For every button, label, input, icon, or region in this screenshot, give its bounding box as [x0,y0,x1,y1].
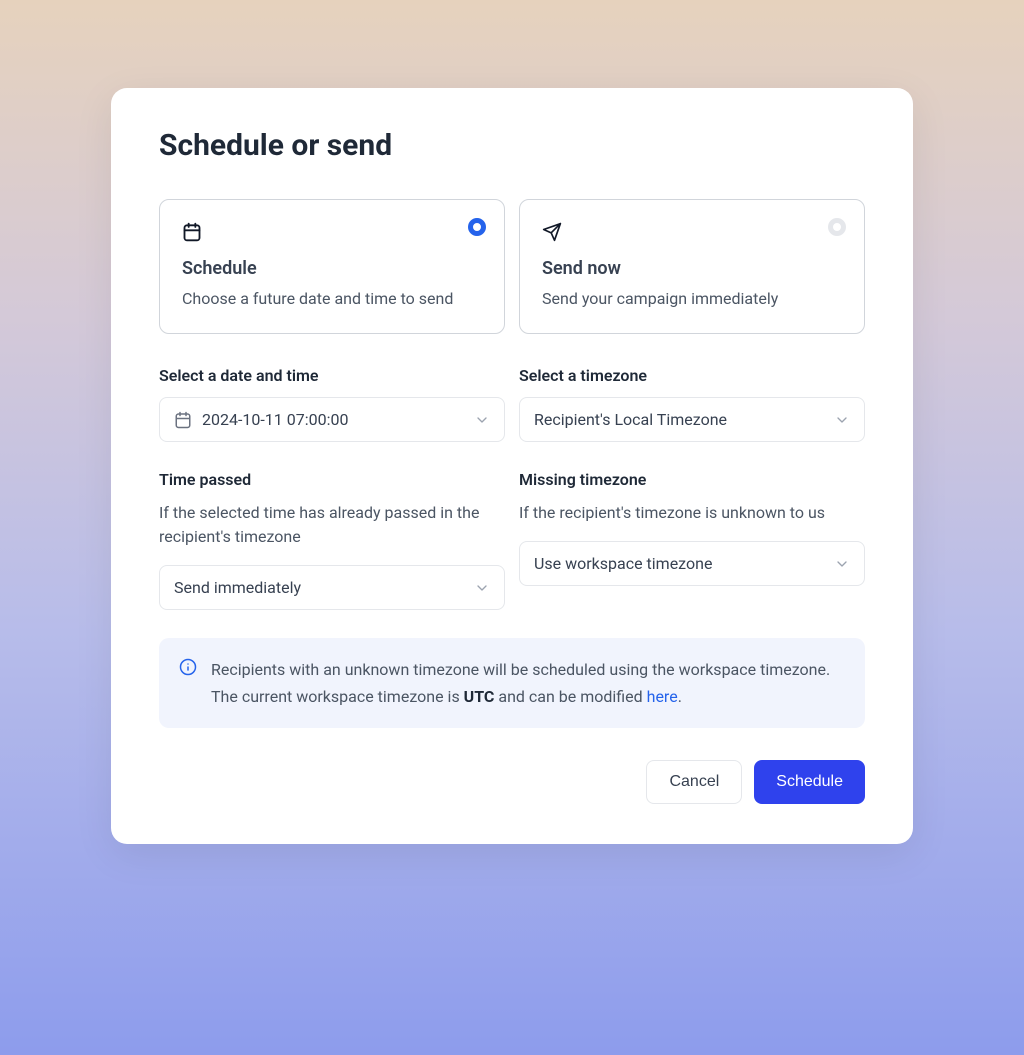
field-datetime: Select a date and time 2024-10-11 07:00:… [159,366,505,442]
option-send-now-title: Send now [542,258,842,279]
missing-timezone-select[interactable]: Use workspace timezone [519,541,865,586]
option-send-now-desc: Send your campaign immediately [542,287,842,311]
send-options: Schedule Choose a future date and time t… [159,199,865,334]
missing-timezone-help: If the recipient's timezone is unknown t… [519,501,865,525]
alert-middle: and can be modified [494,687,646,706]
field-time-passed: Time passed If the selected time has alr… [159,470,505,610]
form-row-1: Select a date and time 2024-10-11 07:00:… [159,366,865,442]
schedule-dialog: Schedule or send Schedule Choose a futur… [111,88,913,844]
option-send-now[interactable]: Send now Send your campaign immediately [519,199,865,334]
option-schedule-desc: Choose a future date and time to send [182,287,482,311]
send-icon [542,222,842,244]
field-missing-timezone: Missing timezone If the recipient's time… [519,470,865,610]
schedule-button[interactable]: Schedule [754,760,865,804]
chevron-down-icon [474,412,490,428]
calendar-icon [174,411,192,429]
timezone-info-alert: Recipients with an unknown timezone will… [159,638,865,728]
calendar-icon [182,222,482,244]
chevron-down-icon [474,580,490,596]
time-passed-help: If the selected time has already passed … [159,501,505,549]
time-passed-label: Time passed [159,470,505,489]
option-send-now-radio[interactable] [828,218,846,236]
form-row-2: Time passed If the selected time has alr… [159,470,865,610]
datetime-picker[interactable]: 2024-10-11 07:00:00 [159,397,505,442]
option-schedule-radio[interactable] [468,218,486,236]
datetime-value: 2024-10-11 07:00:00 [202,410,474,429]
datetime-label: Select a date and time [159,366,505,385]
timezone-select[interactable]: Recipient's Local Timezone [519,397,865,442]
field-timezone: Select a timezone Recipient's Local Time… [519,366,865,442]
dialog-actions: Cancel Schedule [159,760,865,804]
timezone-label: Select a timezone [519,366,865,385]
missing-timezone-value: Use workspace timezone [534,554,834,573]
dialog-title: Schedule or send [159,128,865,163]
time-passed-select[interactable]: Send immediately [159,565,505,610]
page-background: Schedule or send Schedule Choose a futur… [24,24,1000,908]
time-passed-value: Send immediately [174,578,474,597]
chevron-down-icon [834,412,850,428]
option-schedule-title: Schedule [182,258,482,279]
alert-suffix: . [678,687,682,706]
chevron-down-icon [834,556,850,572]
alert-link[interactable]: here [647,687,678,706]
cancel-button[interactable]: Cancel [646,760,742,804]
timezone-value: Recipient's Local Timezone [534,410,834,429]
alert-timezone: UTC [464,687,495,706]
info-alert-text: Recipients with an unknown timezone will… [211,656,845,710]
info-icon [179,658,197,680]
missing-timezone-label: Missing timezone [519,470,865,489]
option-schedule[interactable]: Schedule Choose a future date and time t… [159,199,505,334]
